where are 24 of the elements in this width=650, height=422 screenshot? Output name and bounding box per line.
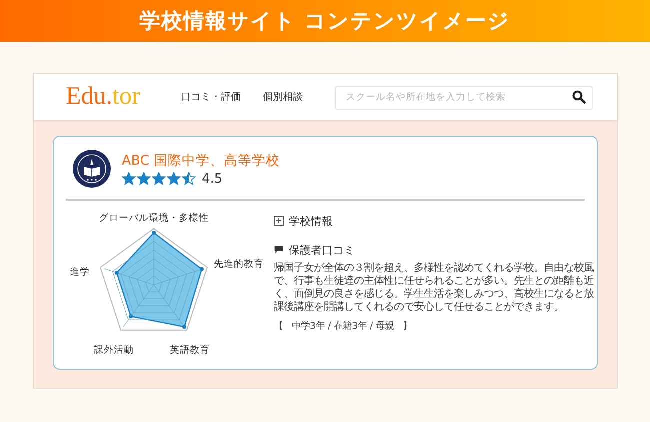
review-heading: 保護者口コミ (289, 242, 355, 258)
nav-link[interactable]: 口コミ・評価 (181, 90, 241, 104)
axis-label: 先進的教育 (214, 258, 264, 270)
rating-value: 4.5 (202, 172, 223, 186)
expand-icon (274, 216, 284, 226)
axis-label: 英語教育 (170, 344, 210, 356)
emblem-icon (72, 149, 112, 189)
search-icon[interactable] (572, 90, 586, 104)
nav-link[interactable]: 個別相談 (263, 90, 303, 104)
axis-label: 進学 (70, 266, 90, 278)
star-icon (152, 172, 166, 186)
speech-bubble-icon (274, 245, 284, 255)
star-icon (137, 172, 151, 186)
star-icon (182, 172, 196, 186)
star-icon (122, 172, 136, 186)
reviewer-info: 【 中学3年 / 在籍3年 / 母親 】 (274, 320, 414, 332)
star-icon (167, 172, 181, 186)
review-text: 帰国子女が全体の３割を超え、多様性を認めてくれる学校。自由な校風で、行事も生徒達の主体性に任せられることが多い。先生との距離も近く、面倒見の良さを感じる。学生生活を楽しみつつ、高校生になると放課後講座を開講してくれるので安心して任せることができます。 (274, 262, 595, 314)
axis-label: 課外活動 (94, 344, 134, 356)
search-field[interactable]: スクール名や所在地を入力して検索 (335, 86, 593, 110)
info-label: 学校情報 (289, 214, 333, 228)
banner-title: 学校情報サイト コンテンツイメージ (139, 8, 511, 35)
school-info-toggle[interactable]: 学校情報 (274, 214, 596, 228)
axis-label: グローバル環境・多様性 (99, 212, 209, 224)
